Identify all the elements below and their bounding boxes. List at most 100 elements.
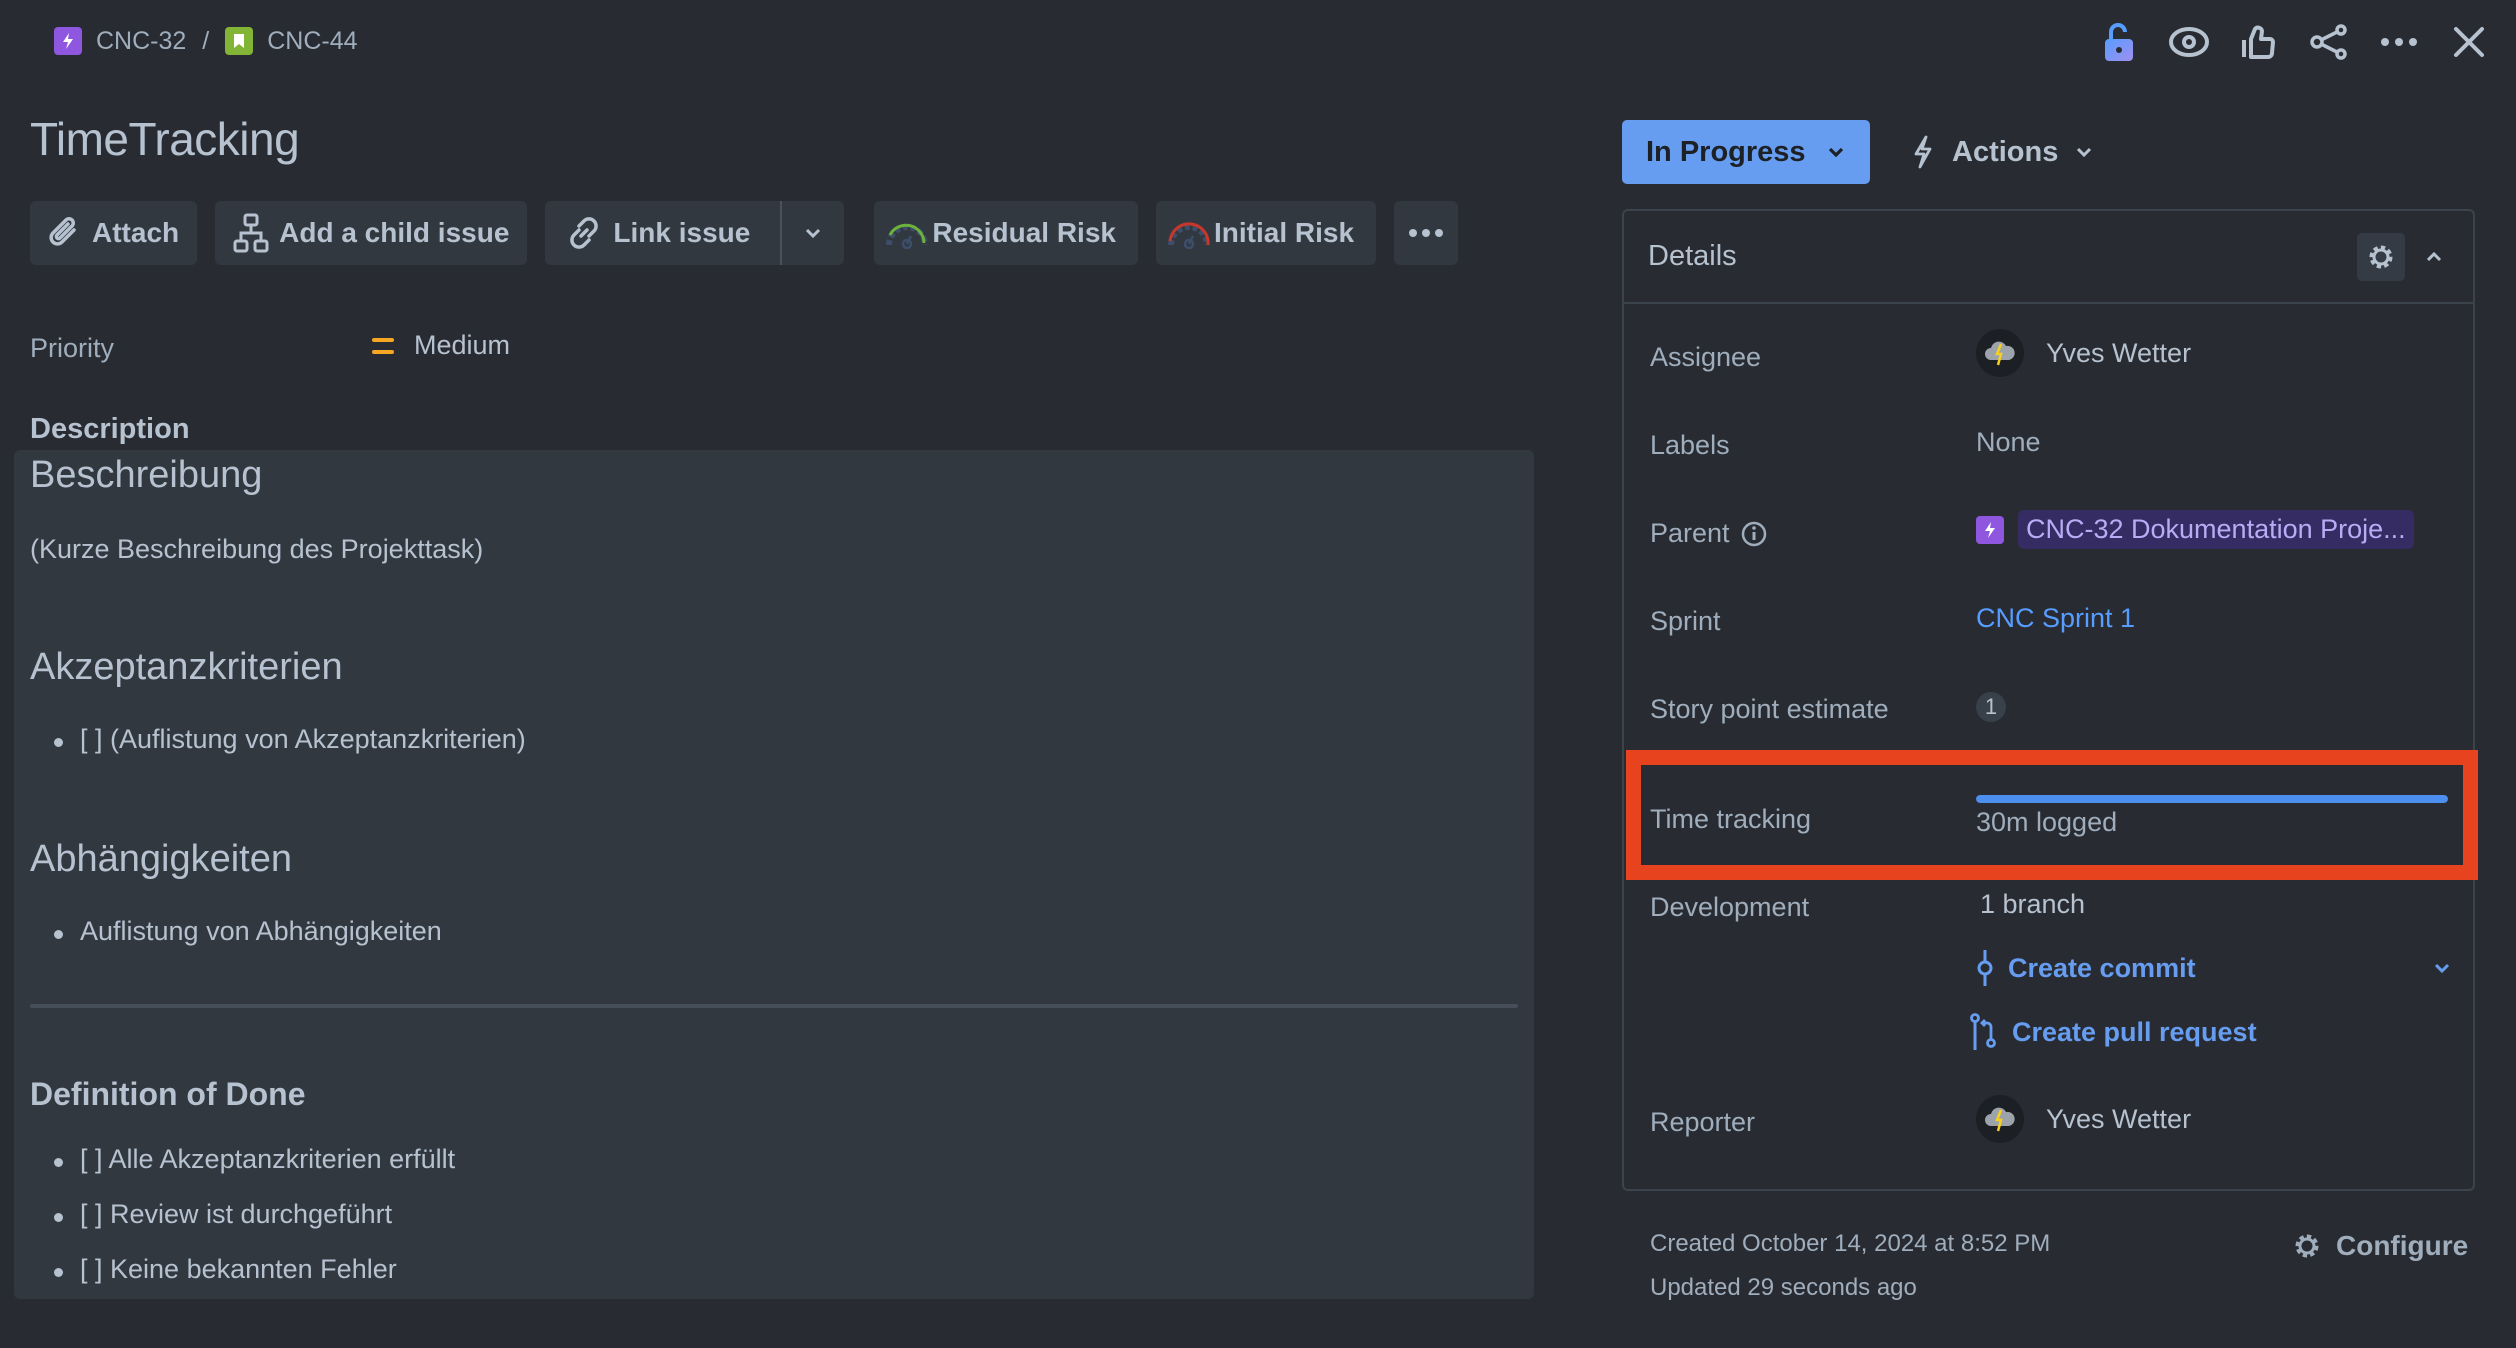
heading-akzeptanzkriterien: Akzeptanzkriterien [30, 646, 343, 688]
initial-risk-button[interactable]: Initial Risk [1155, 201, 1377, 265]
divider [30, 1004, 1518, 1008]
more-actions-button[interactable] [1394, 201, 1459, 265]
breadcrumb-issue-link[interactable]: CNC-44 [267, 27, 357, 56]
issue-header-actions [2084, 14, 2504, 70]
list-item: [ ] Keine bekannten Fehler [54, 1254, 455, 1285]
time-tracking-highlight [1626, 750, 2478, 880]
link-issue-label: Link issue [613, 217, 751, 248]
chevron-down-icon [1828, 147, 1843, 157]
list-item: [ ] (Auflistung von Akzeptanzkriterien) [54, 724, 526, 755]
lightning-icon [1914, 135, 1932, 169]
gauge-green-icon [886, 223, 929, 249]
commit-icon [1977, 950, 1993, 986]
breadcrumb-parent-link[interactable]: CNC-32 [96, 27, 186, 56]
abhaengigkeiten-list: Auflistung von Abhängigkeiten [54, 916, 442, 947]
story-points-label: Story point estimate [1650, 694, 1889, 724]
breadcrumb-separator: / [202, 26, 210, 55]
residual-risk-label: Residual Risk [932, 217, 1116, 248]
issue-toolbar: Attach Add a child issue Link issue Resi… [30, 201, 1459, 265]
updated-timestamp: Updated 29 seconds ago [1650, 1274, 1917, 1301]
list-item: [ ] Review ist durchgeführt [54, 1199, 455, 1230]
story-points-badge: 1 [1976, 692, 2006, 722]
residual-risk-button[interactable]: Residual Risk [874, 201, 1138, 265]
reporter-label: Reporter [1650, 1107, 1756, 1137]
create-pull-request-label: Create pull request [2012, 1016, 2257, 1047]
link-issue-button[interactable]: Link issue [545, 201, 770, 265]
collapse-details-button[interactable] [2419, 233, 2449, 281]
info-icon[interactable] [1740, 520, 1768, 548]
description-editor[interactable]: Beschreibung (Kurze Beschreibung des Pro… [14, 450, 1534, 1299]
labels-label: Labels [1650, 430, 1730, 460]
epic-icon [54, 27, 82, 55]
priority-label: Priority [30, 333, 115, 363]
pull-request-icon [1970, 1013, 1996, 1050]
gauge-red-icon [1167, 222, 1210, 249]
like-icon[interactable] [2224, 14, 2294, 70]
chevron-down-icon [2077, 147, 2092, 157]
hierarchy-icon [233, 213, 269, 253]
status-label: In Progress [1646, 135, 1806, 168]
branches-link[interactable]: 1 branch [1980, 889, 2085, 920]
status-dropdown[interactable]: In Progress [1622, 120, 1870, 184]
create-commit-label: Create commit [2008, 952, 2196, 983]
unlock-icon[interactable] [2084, 14, 2154, 70]
share-icon[interactable] [2294, 14, 2364, 70]
details-settings-button[interactable] [2357, 232, 2405, 281]
add-child-issue-button[interactable]: Add a child issue [215, 201, 528, 265]
chevron-down-icon [806, 228, 821, 238]
chevron-up-icon [2426, 251, 2442, 261]
heading-definition-of-done: Definition of Done [30, 1076, 306, 1112]
details-panel: Details Assignee Yves Wetter Labels None… [1622, 209, 2475, 1191]
breadcrumb: CNC-32 / CNC-44 [54, 26, 358, 56]
description-label: Description [30, 413, 190, 445]
heading-abhaengigkeiten: Abhängigkeiten [30, 838, 292, 880]
details-header[interactable]: Details [1624, 211, 2473, 304]
watch-icon[interactable] [2154, 14, 2224, 70]
parent-label: Parent [1650, 518, 1730, 548]
link-issue-split-button: Link issue [545, 201, 845, 265]
link-icon [570, 217, 599, 249]
heading-beschreibung: Beschreibung [30, 454, 263, 496]
dod-list: [ ] Alle Akzeptanzkriterien erfüllt [ ] … [54, 1144, 455, 1285]
development-label: Development [1650, 892, 1810, 922]
create-commit-link[interactable]: Create commit [1976, 949, 2450, 987]
assignee-label: Assignee [1650, 342, 1762, 372]
chevron-down-icon[interactable] [2434, 963, 2450, 973]
story-icon [225, 27, 254, 55]
link-issue-dropdown[interactable] [780, 201, 844, 265]
more-icon[interactable] [2364, 14, 2434, 70]
attach-label: Attach [92, 217, 180, 248]
sprint-label: Sprint [1650, 606, 1721, 636]
parent-field[interactable]: CNC-32 Dokumentation Proje... [1976, 510, 2414, 549]
paperclip-icon [49, 217, 76, 246]
akzeptanz-list: [ ] (Auflistung von Akzeptanzkriterien) [54, 724, 526, 755]
priority-medium-icon [372, 337, 394, 354]
create-pull-request-link[interactable]: Create pull request [1970, 1013, 2257, 1051]
parent-issue-link[interactable]: CNC-32 Dokumentation Proje... [2018, 510, 2414, 549]
assignee-field[interactable]: Yves Wetter [1976, 329, 2191, 377]
priority-field[interactable]: Medium [372, 330, 510, 361]
priority-value: Medium [414, 330, 511, 360]
created-timestamp: Created October 14, 2024 at 8:52 PM [1650, 1230, 2051, 1257]
parent-label-row: Parent [1650, 518, 1768, 549]
initial-risk-label: Initial Risk [1213, 217, 1355, 248]
details-title: Details [1648, 240, 1737, 272]
labels-field[interactable]: None [1976, 427, 2041, 458]
sprint-link[interactable]: CNC Sprint 1 [1976, 603, 2135, 634]
avatar [1976, 329, 2024, 377]
description-text: (Kurze Beschreibung des Projekttask) [30, 534, 484, 564]
more-icon [1409, 229, 1444, 237]
actions-label: Actions [1952, 135, 2059, 168]
epic-icon [1976, 515, 2004, 544]
add-child-label: Add a child issue [279, 217, 510, 248]
issue-title[interactable]: TimeTracking [30, 112, 300, 166]
actions-dropdown[interactable]: Actions [1904, 120, 2100, 184]
reporter-field[interactable]: Yves Wetter [1976, 1095, 2191, 1143]
story-points-field[interactable]: 1 [1976, 692, 2006, 722]
attach-button[interactable]: Attach [30, 201, 198, 265]
configure-button[interactable]: Configure [2292, 1230, 2468, 1262]
list-item: Auflistung von Abhängigkeiten [54, 916, 442, 947]
close-icon[interactable] [2434, 14, 2504, 70]
list-item: [ ] Alle Akzeptanzkriterien erfüllt [54, 1144, 455, 1175]
gear-icon [2369, 245, 2393, 268]
